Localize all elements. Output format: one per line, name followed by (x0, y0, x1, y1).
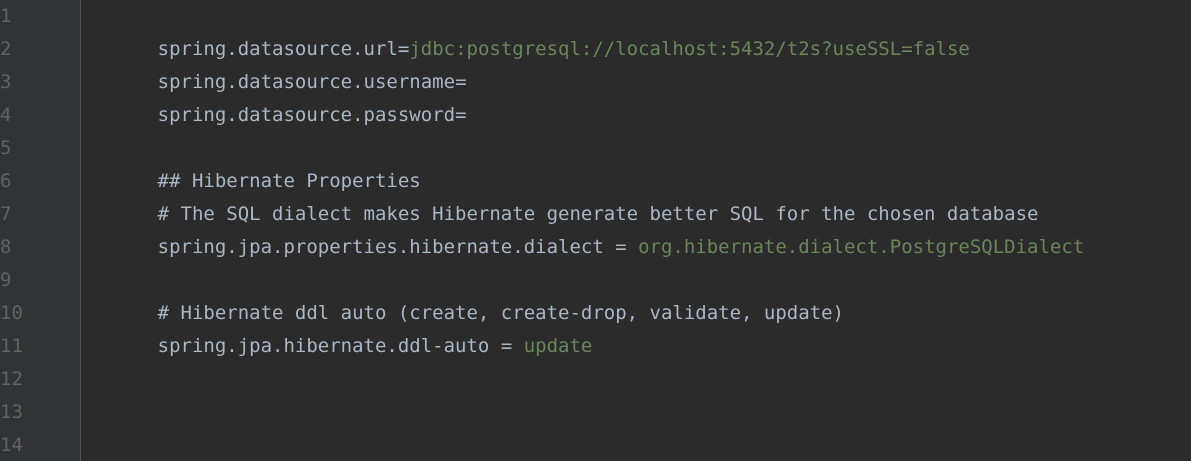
line-number: 1 (0, 5, 12, 27)
code-line[interactable] (89, 330, 158, 363)
line-number: 12 (0, 368, 23, 390)
property-key: spring.jpa.hibernate.ddl-auto (157, 335, 490, 357)
code-editor[interactable]: 1 2 3 4 5 6 7 8 9 10 11 12 13 14 spring.… (0, 0, 1191, 461)
code-line[interactable]: spring.jpa.hibernate.ddl-auto = update (89, 297, 593, 357)
code-line[interactable] (89, 396, 158, 429)
line-number: 10 (0, 302, 23, 324)
property-key: spring.datasource.password (157, 104, 456, 126)
code-line[interactable] (89, 363, 158, 396)
code-line[interactable]: spring.jpa.properties.hibernate.dialect … (89, 198, 1085, 258)
code-line[interactable]: # The SQL dialect makes Hibernate genera… (89, 165, 1039, 225)
line-number: 5 (0, 137, 12, 159)
code-line[interactable] (89, 231, 158, 264)
property-separator: = (455, 104, 467, 126)
line-number-gutter: 1 2 3 4 5 6 7 8 9 10 11 12 13 14 (0, 0, 81, 461)
line-number: 11 (0, 335, 23, 357)
line-number: 6 (0, 170, 12, 192)
property-separator: = (489, 335, 524, 357)
line-number: 3 (0, 71, 12, 93)
line-number: 2 (0, 38, 12, 60)
property-value: update (523, 335, 593, 357)
code-line[interactable] (89, 429, 158, 461)
property-key: spring.jpa.properties.hibernate.dialect (157, 236, 604, 258)
line-number: 8 (0, 236, 12, 258)
property-value: jdbc:postgresql://localhost:5432/t2s?use… (409, 38, 970, 60)
code-line[interactable]: ## Hibernate Properties (89, 132, 421, 192)
code-line[interactable]: # Hibernate ddl auto (create, create-dro… (89, 264, 844, 324)
line-number: 13 (0, 401, 23, 423)
code-line[interactable]: spring.datasource.password= (89, 66, 467, 126)
line-number: 7 (0, 203, 12, 225)
code-line[interactable]: spring.datasource.username= (89, 33, 467, 93)
line-number: 9 (0, 269, 12, 291)
line-number: 4 (0, 104, 12, 126)
code-line[interactable]: spring.datasource.url=jdbc:postgresql://… (89, 0, 970, 60)
property-separator: = (603, 236, 639, 258)
property-value: org.hibernate.dialect.PostgreSQLDialect (638, 236, 1085, 258)
code-line[interactable] (89, 99, 158, 132)
line-number: 14 (0, 434, 23, 456)
